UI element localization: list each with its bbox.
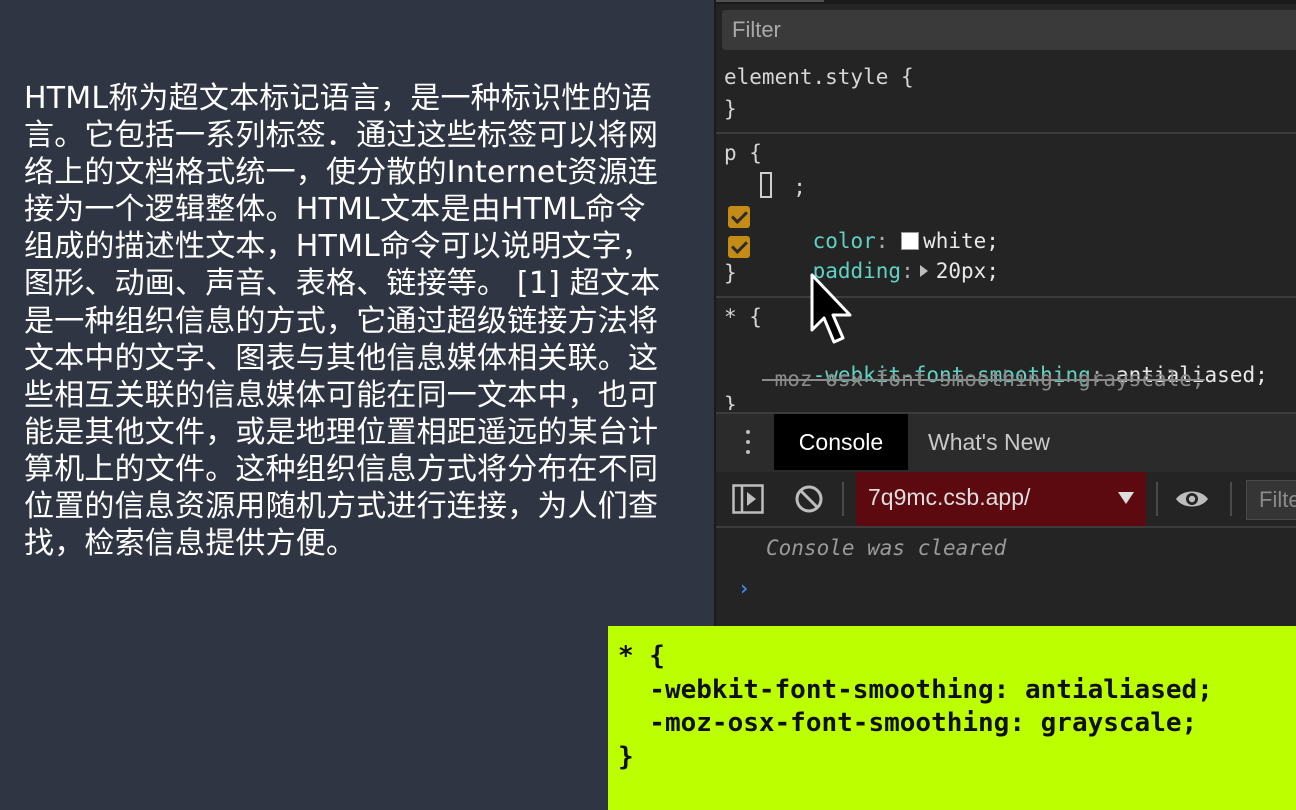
console-cleared-message: Console was cleared bbox=[766, 536, 1007, 560]
toolbar-divider bbox=[842, 482, 844, 516]
rule-divider bbox=[716, 132, 1296, 134]
dropdown-arrow-icon bbox=[1118, 492, 1134, 504]
context-label: 7q9mc.csb.app/ bbox=[868, 484, 1031, 510]
console-filter-input[interactable]: Filter bbox=[1246, 480, 1296, 520]
element-style-close: } bbox=[724, 97, 737, 121]
overlay-code: * { -webkit-font-smoothing: antialiased;… bbox=[618, 640, 1213, 774]
star-rule-close: } bbox=[724, 393, 737, 410]
p-rule-empty-declaration[interactable]: ; bbox=[768, 174, 806, 200]
toolbar-divider bbox=[1230, 482, 1232, 516]
tab-whats-new[interactable]: What's New bbox=[928, 414, 1050, 470]
drawer-tab-bar: Console What's New bbox=[716, 412, 1296, 474]
p-rule-selector[interactable]: p { bbox=[724, 140, 762, 166]
styles-filter-placeholder: Filter bbox=[732, 17, 781, 42]
checkbox-icon[interactable] bbox=[728, 236, 750, 258]
overlay-line: } bbox=[618, 741, 634, 772]
console-filter-placeholder: Filter bbox=[1259, 487, 1296, 512]
console-toolbar: 7q9mc.csb.app/ Filter bbox=[716, 472, 1296, 528]
code-overlay: * { -webkit-font-smoothing: antialiased;… bbox=[608, 626, 1296, 810]
rule-divider bbox=[716, 296, 1296, 298]
element-style-selector[interactable]: element.style { bbox=[724, 64, 914, 90]
padding-value[interactable]: 20px; bbox=[936, 259, 999, 283]
console-prompt-icon[interactable]: › bbox=[738, 576, 750, 600]
star-rule-selector[interactable]: * { bbox=[724, 304, 762, 330]
checkbox-icon[interactable] bbox=[728, 206, 750, 228]
moz-smoothing-declaration[interactable]: -moz-osx-font-smoothing: grayscale; bbox=[762, 366, 1205, 392]
mouse-pointer-icon bbox=[810, 273, 852, 344]
context-selector[interactable]: 7q9mc.csb.app/ bbox=[856, 472, 1146, 526]
toolbar-divider bbox=[1156, 482, 1158, 516]
sidebar-toggle-icon[interactable] bbox=[732, 484, 764, 514]
p-rule-close: } bbox=[724, 261, 737, 285]
devtools-top-bar bbox=[716, 0, 1296, 4]
kebab-menu-icon[interactable] bbox=[746, 430, 750, 460]
styles-filter-input[interactable]: Filter bbox=[722, 10, 1296, 50]
padding-declaration[interactable]: padding: 20px; bbox=[762, 232, 999, 310]
article-paragraph: HTML称为超文本标记语言，是一种标识性的语言。它包括一系列标签．通过这些标签可… bbox=[24, 81, 661, 562]
eye-icon[interactable] bbox=[1174, 486, 1210, 512]
overlay-line: * { bbox=[618, 641, 665, 671]
clear-console-icon[interactable] bbox=[794, 484, 824, 514]
tab-console[interactable]: Console bbox=[774, 414, 908, 470]
overlay-line: -webkit-font-smoothing: antialiased; bbox=[618, 674, 1213, 705]
overlay-line: -moz-osx-font-smoothing: grayscale; bbox=[618, 708, 1198, 738]
expand-triangle-icon[interactable] bbox=[919, 265, 928, 277]
